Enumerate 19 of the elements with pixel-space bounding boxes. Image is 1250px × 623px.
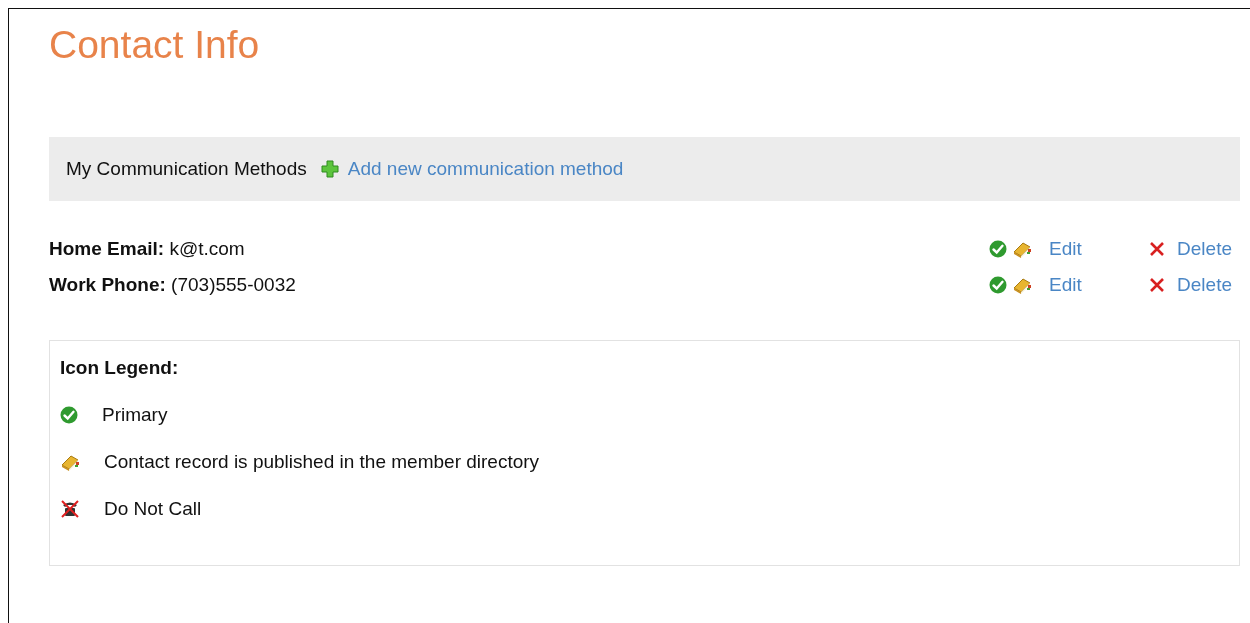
delete-link[interactable]: Delete — [1149, 274, 1232, 296]
legend-text: Primary — [102, 404, 168, 426]
check-icon — [60, 406, 78, 424]
edit-link[interactable]: Edit — [1049, 238, 1145, 260]
delete-link[interactable]: Delete — [1149, 238, 1232, 260]
edit-link[interactable]: Edit — [1049, 274, 1145, 296]
crossed-phone-icon — [60, 499, 80, 519]
section-label: My Communication Methods — [66, 158, 307, 180]
method-text: Work Phone: (703)555-0032 — [49, 274, 297, 296]
plus-icon — [320, 160, 339, 178]
delete-icon — [1149, 277, 1166, 293]
legend-text: Contact record is published in the member directory — [104, 451, 540, 473]
legend-title: Icon Legend: — [60, 357, 180, 379]
method-text: Home Email: k@t.com — [49, 238, 246, 260]
page-title: Contact Info — [49, 23, 261, 67]
book-icon — [60, 453, 80, 471]
delete-icon — [1149, 241, 1166, 257]
legend-text: Do Not Call — [104, 498, 202, 520]
add-method-link[interactable]: Add new communication method — [320, 158, 624, 180]
